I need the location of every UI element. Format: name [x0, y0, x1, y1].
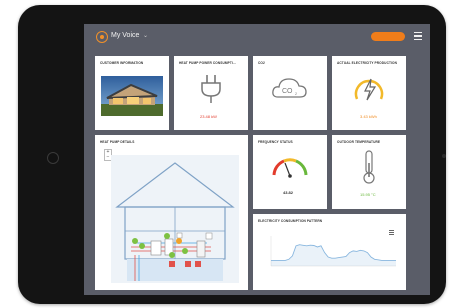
card-title: ELECTRICITY CONSUMPTION PATTERN: [258, 219, 323, 223]
card-title: FREQUENCY STATUS: [258, 140, 293, 144]
card-customer-information[interactable]: CUSTOMER INFORMATION: [95, 56, 169, 130]
consumption-line-chart: [270, 236, 396, 267]
camera-dot: [442, 154, 446, 158]
heat-pump-consumption-value: 23.48 kW: [200, 114, 217, 119]
house-schematic: [111, 155, 239, 283]
top-bar: My Voice ⌄: [84, 24, 430, 50]
svg-text:2: 2: [295, 92, 297, 96]
app-logo-icon: [96, 31, 108, 43]
app-screen: My Voice ⌄ CUSTOMER INFORMATION HEAT PUM…: [84, 24, 430, 295]
gauge-icon: [272, 158, 308, 178]
chart-series-line: [271, 244, 396, 261]
frequency-value: 43.82: [283, 190, 294, 195]
card-heat-pump-details[interactable]: HEAT PUMP DETAILS + −: [95, 135, 248, 290]
card-electricity-production[interactable]: ACTUAL ELECTRICITY PRODUCTION 3.43 kWh: [332, 56, 406, 130]
thermometer-icon: [363, 150, 375, 184]
cloud-co2-icon: CO 2: [272, 78, 307, 98]
card-frequency-status[interactable]: FREQUENCY STATUS 43.82: [253, 135, 327, 209]
house-photo: [101, 76, 163, 116]
lightning-gauge-icon: [354, 78, 384, 101]
svg-text:CO: CO: [282, 88, 293, 95]
card-title: HEAT PUMP DETAILS: [100, 140, 135, 144]
app-title[interactable]: My Voice: [111, 32, 139, 39]
card-electricity-consumption-pattern[interactable]: ELECTRICITY CONSUMPTION PATTERN: [253, 214, 406, 290]
card-outdoor-temperature[interactable]: OUTDOOR TEMPERATURE 15.95 °C: [332, 135, 406, 209]
home-button[interactable]: [47, 152, 59, 164]
chevron-down-icon[interactable]: ⌄: [143, 32, 148, 39]
card-title: ACTUAL ELECTRICITY PRODUCTION: [337, 61, 397, 65]
card-title: CO2: [258, 61, 265, 65]
plug-icon: [201, 75, 221, 103]
tablet-frame: My Voice ⌄ CUSTOMER INFORMATION HEAT PUM…: [18, 5, 446, 304]
card-title: OUTDOOR TEMPERATURE: [337, 140, 381, 144]
production-value: 3.43 kWh: [360, 114, 377, 119]
card-title: HEAT PUMP POWER CONSUMPTI...: [179, 61, 236, 65]
hamburger-icon[interactable]: [414, 32, 422, 40]
outdoor-temperature-value: 15.95 °C: [360, 192, 376, 197]
card-heat-pump-power-consumption[interactable]: HEAT PUMP POWER CONSUMPTI... 23.48 kW: [174, 56, 248, 130]
primary-orange-button[interactable]: [371, 32, 405, 41]
chart-area: [271, 244, 396, 266]
card-co2[interactable]: CO2 CO 2: [253, 56, 327, 130]
card-title: CUSTOMER INFORMATION: [100, 61, 144, 65]
